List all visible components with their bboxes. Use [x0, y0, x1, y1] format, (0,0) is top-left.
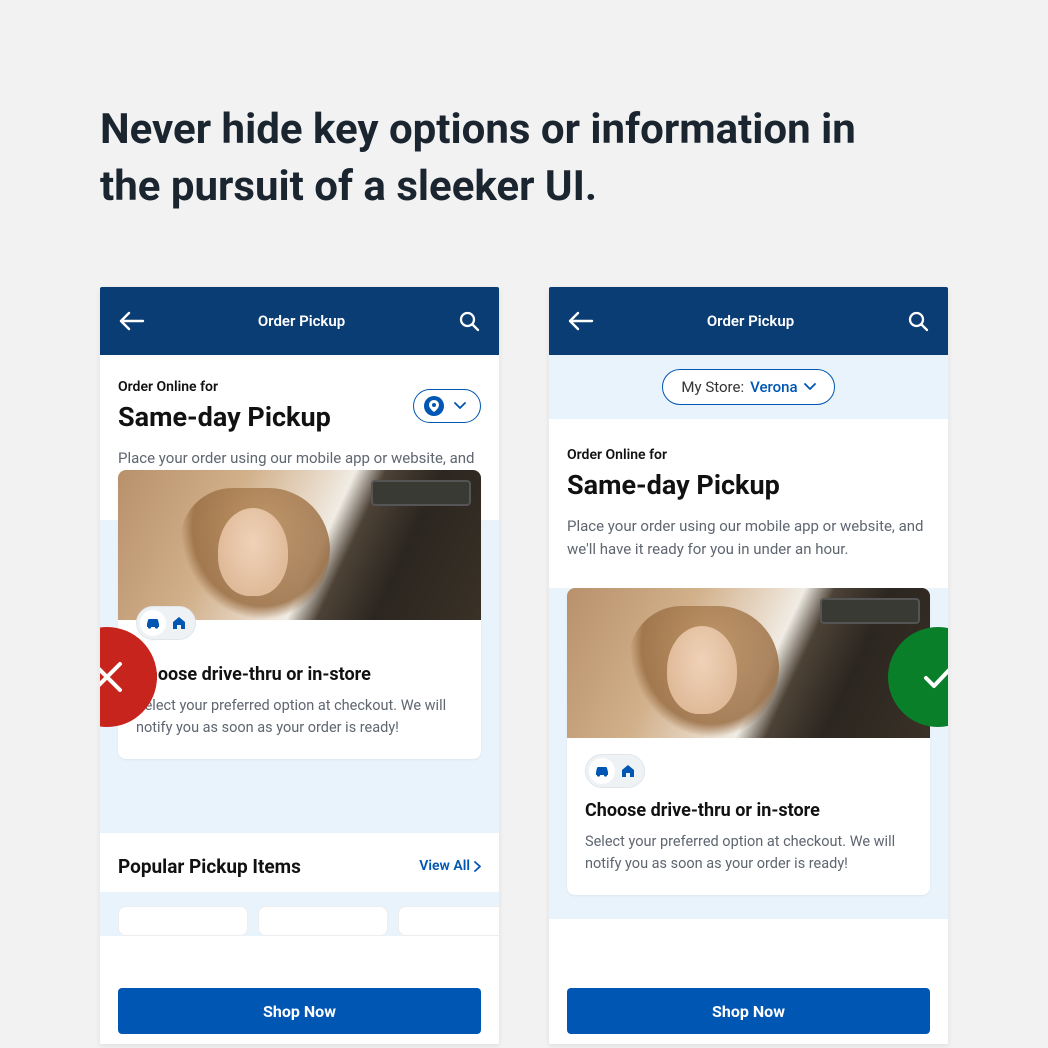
popular-header: Popular Pickup Items View All — [100, 833, 499, 892]
view-all-link[interactable]: View All — [419, 858, 481, 874]
topbar-title: Order Pickup — [146, 312, 457, 330]
page-heading: Never hide key options or information in… — [0, 0, 960, 215]
chevron-down-icon — [804, 383, 816, 391]
intro-description: Place your order using our mobile app or… — [567, 515, 930, 560]
intro-title: Same-day Pickup — [567, 469, 930, 501]
shop-now-button[interactable]: Shop Now — [118, 988, 481, 1034]
card-heading: Choose drive-thru or in-store — [585, 800, 912, 821]
store-name: Verona — [750, 378, 797, 396]
intro-eyebrow: Order Online for — [567, 447, 930, 463]
info-section: Choose drive-thru or in-store Select you… — [549, 588, 948, 919]
card-image — [567, 588, 930, 738]
list-item[interactable] — [398, 906, 499, 936]
pin-icon — [424, 396, 444, 416]
pickup-toggle[interactable] — [136, 606, 196, 640]
comparison-row: Order Pickup Order Online for Same-day P… — [0, 215, 1048, 1044]
car-icon[interactable] — [140, 610, 166, 636]
popular-items — [100, 892, 499, 936]
card-text: Select your preferred option at checkout… — [585, 831, 912, 875]
car-icon[interactable] — [589, 758, 615, 784]
home-icon[interactable] — [615, 758, 641, 784]
info-card: Choose drive-thru or in-store Select you… — [118, 470, 481, 759]
pickup-toggle[interactable] — [585, 754, 645, 788]
example-wrong: Order Pickup Order Online for Same-day P… — [100, 287, 499, 1044]
store-selector-expanded[interactable]: My Store: Verona — [662, 369, 834, 405]
card-heading: Choose drive-thru or in-store — [136, 664, 463, 685]
chevron-down-icon — [454, 402, 466, 410]
popular-title: Popular Pickup Items — [118, 855, 301, 878]
topbar-title: Order Pickup — [595, 312, 906, 330]
card-text: Select your preferred option at checkout… — [136, 695, 463, 739]
store-selector-label: My Store: — [681, 378, 744, 396]
card-image — [118, 470, 481, 620]
example-correct: Order Pickup My Store: Verona Order Onli… — [549, 287, 948, 1044]
intro-eyebrow: Order Online for — [118, 379, 331, 395]
topbar: Order Pickup — [100, 287, 499, 355]
info-card: Choose drive-thru or in-store Select you… — [567, 588, 930, 895]
home-icon[interactable] — [166, 610, 192, 636]
list-item[interactable] — [118, 906, 248, 936]
store-selector-collapsed[interactable] — [413, 389, 481, 423]
search-icon[interactable] — [457, 309, 481, 333]
topbar: Order Pickup — [549, 287, 948, 355]
back-icon[interactable] — [118, 309, 146, 333]
intro-section: Order Online for Same-day Pickup Place y… — [549, 419, 948, 560]
info-section: Choose drive-thru or in-store Select you… — [100, 520, 499, 833]
intro-title: Same-day Pickup — [118, 401, 331, 433]
store-bar: My Store: Verona — [549, 355, 948, 419]
list-item[interactable] — [258, 906, 388, 936]
shop-now-button[interactable]: Shop Now — [567, 988, 930, 1034]
back-icon[interactable] — [567, 309, 595, 333]
search-icon[interactable] — [906, 309, 930, 333]
